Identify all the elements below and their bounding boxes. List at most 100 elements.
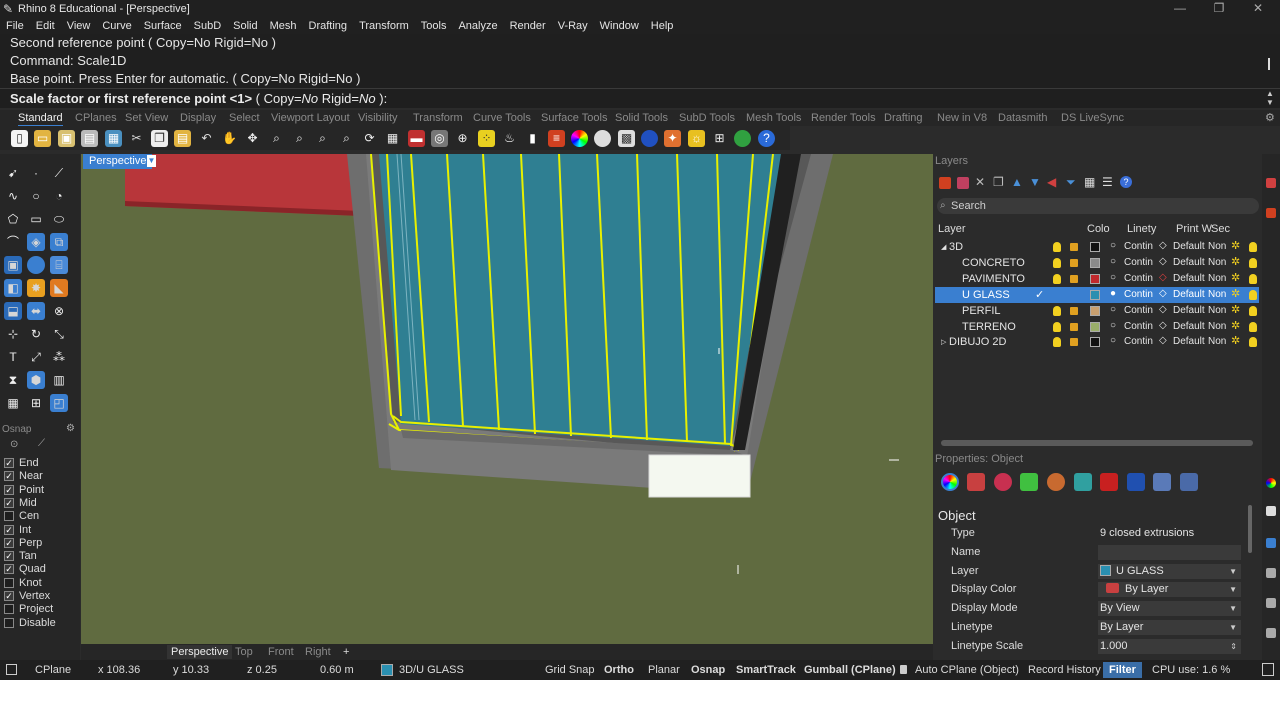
layer-linetype[interactable]: Contin — [1124, 241, 1153, 252]
toolbar-tab-curve-tools[interactable]: Curve Tools — [473, 112, 531, 124]
spinner-icon[interactable]: ⇕ — [1230, 639, 1237, 654]
render-sphere-icon[interactable] — [594, 130, 611, 147]
box-icon[interactable]: ▣ — [4, 256, 22, 274]
named-views-icon[interactable]: ◎ — [431, 130, 448, 147]
expand-icon[interactable]: ▷ — [941, 338, 946, 346]
transform-icon[interactable]: ⊞ — [27, 394, 45, 412]
pan-hand-icon[interactable]: ✋ — [221, 130, 238, 147]
copy-icon[interactable]: ❐ — [151, 130, 168, 147]
layer-color-swatch[interactable] — [1090, 321, 1100, 332]
circle-icon[interactable]: ○ — [27, 187, 45, 205]
layer-section[interactable]: Non — [1208, 336, 1226, 347]
osnap-end[interactable]: ✓ End — [4, 457, 39, 469]
layer-section[interactable]: Non — [1208, 257, 1226, 268]
fillet-icon[interactable]: ⌒ — [4, 233, 22, 251]
vray-object-icon[interactable] — [1153, 473, 1171, 491]
lock-icon[interactable] — [1070, 258, 1078, 267]
layer-color-swatch[interactable] — [1090, 273, 1100, 284]
layer-linetype[interactable]: Contin — [1124, 257, 1153, 268]
decal-icon[interactable] — [994, 473, 1012, 491]
panel-render-icon[interactable] — [1266, 208, 1276, 218]
gear-icon[interactable]: ⚙ — [1265, 111, 1275, 124]
layer-print-width[interactable]: Default — [1173, 289, 1205, 300]
save-icon[interactable]: ▣ — [58, 130, 75, 147]
rotate-tool-icon[interactable]: ↻ — [27, 325, 45, 343]
osnap-cen[interactable]: Cen — [4, 510, 39, 522]
layer-linetype[interactable]: Contin — [1124, 289, 1153, 300]
move-layer-up-icon[interactable]: ▲ — [1011, 175, 1023, 189]
ortho-toggle[interactable]: Ortho — [598, 662, 640, 678]
zoom-selected-icon[interactable]: ⌕ — [338, 130, 355, 147]
osnap-checkbox[interactable]: ✓ — [4, 524, 14, 535]
layer-name[interactable]: PAVIMENTO — [962, 273, 1025, 285]
panel-display-icon[interactable] — [1266, 506, 1276, 516]
property-value-display-color[interactable]: By Layer ▼ — [1098, 582, 1241, 598]
toolbar-tab-render-tools[interactable]: Render Tools — [811, 112, 876, 124]
viewport-visibility-bulb-icon[interactable] — [1249, 273, 1257, 284]
toolbar-tab-display[interactable]: Display — [180, 112, 216, 124]
layer-linetype[interactable]: Contin — [1124, 321, 1153, 332]
osnap-checkbox[interactable]: ✓ — [4, 537, 14, 548]
material-tab-icon[interactable] — [967, 473, 985, 491]
filter-icon[interactable]: ⏷ — [1066, 175, 1076, 190]
layer-name[interactable]: PERFIL — [962, 305, 1001, 317]
chevron-down-icon[interactable]: ▼ — [1229, 601, 1237, 616]
layer-print-width[interactable]: Default — [1173, 257, 1205, 268]
menu-help[interactable]: Help — [651, 18, 674, 34]
block-icon[interactable]: ⬢ — [27, 371, 45, 389]
gumball-icon[interactable]: ⊞ — [711, 130, 728, 147]
render-sun-icon[interactable]: ✲ — [1231, 319, 1240, 332]
light-bulb-icon[interactable]: ♨ — [501, 130, 518, 147]
osnap-checkbox[interactable]: ✓ — [4, 458, 14, 468]
menu-transform[interactable]: Transform — [359, 18, 409, 34]
current-layer-check-icon[interactable]: ✓ — [1035, 288, 1044, 301]
chevron-down-icon[interactable]: ▼ — [1229, 582, 1237, 597]
auto-cplane-toggle[interactable]: Auto CPlane (Object) — [915, 664, 1019, 676]
scale-icon[interactable]: ⤡ — [50, 325, 68, 343]
select-arrow-icon[interactable]: ➹ — [4, 164, 22, 182]
osnap-settings-icon[interactable]: ⚙ — [66, 423, 75, 434]
units-label[interactable]: 0.60 m — [320, 664, 354, 676]
layer-name[interactable]: DIBUJO 2D — [949, 336, 1006, 348]
layer-name[interactable]: TERRENO — [962, 321, 1016, 333]
osnap-filter-icon[interactable]: ⊙ — [10, 439, 18, 450]
osnap-checkbox[interactable]: ✓ — [4, 497, 14, 508]
layer-row[interactable]: PAVIMENTO ○ Contin ◇ Default Non ✲ — [935, 271, 1259, 287]
property-value-display-mode[interactable]: By View ▼ — [1098, 601, 1241, 617]
command-prompt[interactable]: Scale factor or first reference point <1… — [0, 88, 1280, 108]
layer-row[interactable]: CONCRETO ○ Contin ◇ Default Non ✲ — [935, 255, 1259, 271]
layer-name[interactable]: 3D — [949, 241, 963, 253]
viewport-tab-right[interactable]: Right — [301, 645, 335, 659]
status-toggle-icon[interactable] — [6, 664, 17, 675]
move-layer-down-icon[interactable]: ▼ — [1029, 175, 1041, 189]
explode-icon[interactable]: ✸ — [27, 279, 45, 297]
visibility-bulb-icon[interactable] — [1053, 337, 1061, 348]
layer-color-swatch[interactable] — [1090, 289, 1100, 300]
osnap-checkbox[interactable] — [4, 577, 14, 588]
rigid-option-value[interactable]: No — [359, 91, 376, 106]
render-sun-icon[interactable]: ✲ — [1231, 303, 1240, 316]
menu-analyze[interactable]: Analyze — [458, 18, 497, 34]
polygon-icon[interactable]: ⬠ — [4, 210, 22, 228]
lock-icon[interactable]: ▮ — [524, 130, 541, 147]
viewport-tab-top[interactable]: Top — [231, 645, 257, 659]
status-panel-icon[interactable] — [1262, 663, 1274, 676]
cylinder-icon[interactable]: ⌸ — [50, 256, 68, 274]
visibility-bulb-icon[interactable] — [1053, 273, 1061, 284]
menu-solid[interactable]: Solid — [233, 18, 257, 34]
panel-properties-icon[interactable] — [1266, 478, 1276, 488]
car-icon[interactable]: ▬ — [408, 130, 425, 147]
scroll-up-icon[interactable]: ▲ — [1266, 89, 1274, 98]
osnap-int[interactable]: ✓ Int — [4, 524, 31, 536]
viewport-tab-perspective[interactable]: Perspective — [167, 645, 233, 659]
surface-icon[interactable]: ◈ — [27, 233, 45, 251]
join-icon[interactable]: ⬌ — [27, 302, 45, 320]
add-viewport-tab-icon[interactable]: + — [339, 645, 353, 659]
osnap-checkbox[interactable]: ✓ — [4, 564, 14, 575]
properties-scrollbar[interactable] — [1248, 505, 1252, 553]
color-column-header[interactable]: Colo — [1087, 223, 1110, 235]
menu-surface[interactable]: Surface — [144, 18, 182, 34]
visibility-bulb-icon[interactable] — [1053, 257, 1061, 268]
layer-section[interactable]: Non — [1208, 321, 1226, 332]
linetype-column-header[interactable]: Linety — [1127, 223, 1156, 235]
